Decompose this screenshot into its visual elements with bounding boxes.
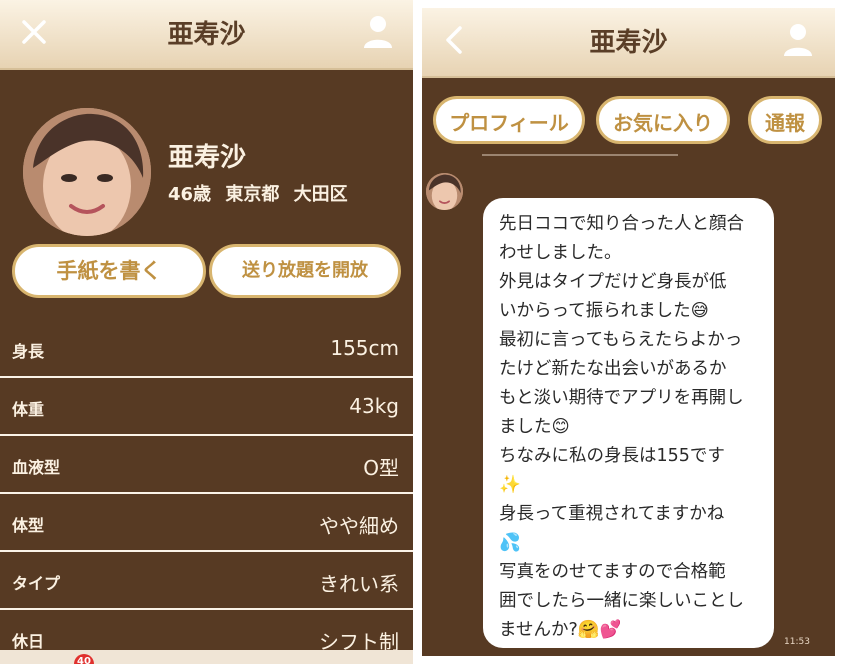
message-line: 最初に言ってもらえたらよかっ xyxy=(499,330,743,350)
message-line: ちなみに私の身長は155です xyxy=(499,446,725,466)
message-line: 💦 xyxy=(499,533,521,553)
detail-row-weight: 体重 43kg xyxy=(0,378,413,436)
profile-photo xyxy=(23,108,151,236)
write-letter-button[interactable]: 手紙を書く xyxy=(12,244,206,298)
message-line: 写真をのせてますので合格範 xyxy=(499,562,726,582)
sender-avatar[interactable] xyxy=(426,173,463,210)
detail-value: やや細め xyxy=(319,514,399,538)
detail-value: きれい系 xyxy=(319,572,399,596)
detail-row-height: 身長 155cm xyxy=(0,320,413,378)
profile-city: 大田区 xyxy=(293,184,348,205)
detail-row-type: タイプ きれい系 xyxy=(0,552,413,610)
detail-label: 身長 xyxy=(12,342,45,361)
message-line: いからって振られました😅 xyxy=(499,301,709,321)
message-line: ました😊 xyxy=(499,417,570,437)
detail-value: 43kg xyxy=(349,394,399,418)
message-line: 身長って重視されてますかね xyxy=(499,504,725,524)
tab-bar xyxy=(0,650,413,664)
user-menu-button[interactable] xyxy=(776,18,820,62)
user-menu-button[interactable] xyxy=(356,10,400,54)
user-icon xyxy=(784,24,812,56)
page-title: 亜寿沙 xyxy=(589,28,668,58)
detail-row-blood-type: 血液型 O型 xyxy=(0,436,413,494)
message-line: わせしました。 xyxy=(499,243,622,263)
message-line: ✨ xyxy=(499,475,521,495)
profile-header: 亜寿沙 xyxy=(0,0,413,70)
user-icon xyxy=(364,16,392,48)
chat-screen: 亜寿沙 プロフィール お気に入り 通報 先日ココで知り合った人と顔合 わせしまし… xyxy=(422,8,835,656)
sender-photo xyxy=(426,173,463,210)
profile-prefecture: 東京都 xyxy=(225,184,280,205)
detail-value: O型 xyxy=(363,456,399,480)
message-line: もと淡い期待でアプリを再開し xyxy=(499,388,744,408)
profile-meta: 46歳 東京都 大田区 xyxy=(168,180,348,206)
detail-label: 休日 xyxy=(12,632,45,651)
detail-label: 体重 xyxy=(12,400,45,419)
avatar[interactable] xyxy=(23,108,151,236)
page-title: 亜寿沙 xyxy=(167,20,246,50)
chat-header: 亜寿沙 xyxy=(422,8,835,78)
message-line: 先日ココで知り合った人と顔合 xyxy=(499,214,744,234)
tab-profile[interactable]: プロフィール xyxy=(433,96,585,144)
message-bubble: 先日ココで知り合った人と顔合 わせしました。 外見はタイプだけど身長が低 いから… xyxy=(483,198,774,648)
send-unlimited-button[interactable]: 送り放題を開放 xyxy=(209,244,401,298)
tab-report[interactable]: 通報 xyxy=(748,96,822,144)
tab-favorite[interactable]: お気に入り xyxy=(596,96,730,144)
detail-value: 155cm xyxy=(330,336,399,360)
message-line: たけど新たな出会いがあるか xyxy=(499,359,727,379)
detail-label: タイプ xyxy=(12,574,61,593)
message-line: 外見はタイプだけど身長が低 xyxy=(499,272,727,292)
profile-screen: 亜寿沙 亜寿沙 46歳 東京都 大田区 手紙を書く 送り放題を開放 身長 155… xyxy=(0,0,413,664)
message-line: ませんか?🤗💕 xyxy=(499,620,622,640)
detail-row-body-type: 体型 やや細め xyxy=(0,494,413,552)
profile-age: 46歳 xyxy=(168,184,212,205)
message-line: 囲でしたら一緒に楽しいことし xyxy=(499,591,744,611)
message-timestamp: 11:53 xyxy=(784,637,810,647)
detail-label: 体型 xyxy=(12,516,45,535)
profile-details: 身長 155cm 体重 43kg 血液型 O型 体型 やや細め タイプ きれい系… xyxy=(0,320,413,664)
divider xyxy=(482,154,678,156)
detail-label: 血液型 xyxy=(12,458,61,477)
profile-name: 亜寿沙 xyxy=(168,143,247,173)
